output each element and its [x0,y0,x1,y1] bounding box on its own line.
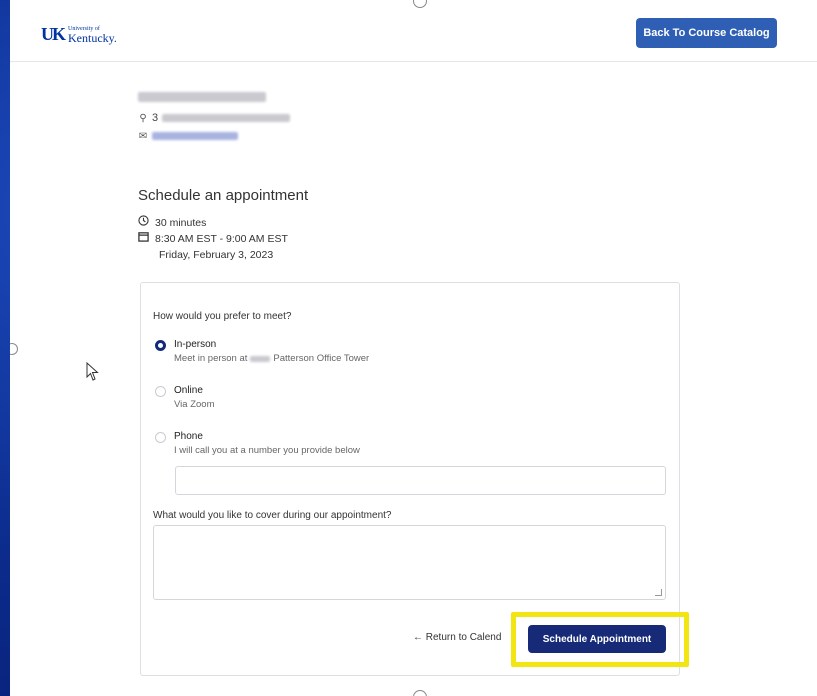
in-person-radio[interactable] [155,340,166,351]
online-radio[interactable] [155,386,166,397]
meet-question: How would you prefer to meet? [153,311,292,322]
calendar-icon [138,231,149,247]
instructor-info: ⚲ 3 ✉ [138,92,291,142]
university-logo[interactable]: UK University of Kentucky. [41,24,117,45]
phone-number-input[interactable] [175,466,666,495]
duration-text: 30 minutes [155,217,207,229]
in-person-subtitle-prefix: Meet in person at [174,353,248,364]
date-text: Friday, February 3, 2023 [159,249,274,261]
appointment-details: 30 minutes 8:30 AM EST - 9:00 AM EST Fri… [138,215,288,263]
schedule-appointment-button[interactable]: Schedule Appointment [528,625,666,653]
logo-wordmark: University of Kentucky. [68,26,117,44]
mail-icon: ✉ [138,130,148,142]
option-online[interactable]: Online Via Zoom [155,385,214,410]
time-range-text: 8:30 AM EST - 9:00 AM EST [155,233,288,245]
resize-grip-icon[interactable] [655,589,662,596]
phone-subtitle: I will call you at a number you provide … [174,445,360,456]
logo-big-text: Kentucky. [68,30,117,45]
clock-icon [138,215,149,231]
option-phone[interactable]: Phone I will call you at a number you pr… [155,431,360,456]
room-redacted [250,355,271,362]
return-to-calendar-link[interactable]: ← Return to Calend [413,632,501,643]
cover-question: What would you like to cover during our … [153,510,392,521]
instructor-name-redacted [138,92,266,102]
handle-bottom[interactable] [413,690,427,696]
page-title: Schedule an appointment [138,187,309,204]
appointment-form-card: How would you prefer to meet? In-person … [140,282,689,676]
topics-textarea[interactable] [153,525,666,600]
mouse-cursor-icon [86,361,100,387]
in-person-subtitle: Meet in person at Patterson Office Tower [174,353,369,364]
appointment-page: UK University of Kentucky. Back To Cours… [10,0,817,696]
phone-radio[interactable] [155,432,166,443]
room-prefix: 3 [152,112,159,124]
online-title: Online [174,385,203,396]
duration-row: 30 minutes [138,215,288,231]
location-pin-icon: ⚲ [139,112,147,124]
in-person-subtitle-suffix: Patterson Office Tower [273,353,370,364]
in-person-title: In-person [174,339,217,350]
online-subtitle: Via Zoom [174,399,215,410]
phone-title: Phone [174,431,203,442]
back-to-course-catalog-button[interactable]: Back To Course Catalog [636,18,777,48]
uk-logo-mark: UK [41,24,66,44]
handle-left[interactable] [10,343,18,355]
email-line: ✉ [138,130,290,142]
option-in-person[interactable]: In-person Meet in person at Patterson Of… [155,339,369,364]
top-bar: UK University of Kentucky. Back To Cours… [10,0,817,62]
email-link-redacted[interactable] [152,132,238,140]
time-row: 8:30 AM EST - 9:00 AM EST [138,231,288,247]
location-line: ⚲ 3 [138,112,291,124]
location-redacted [162,114,291,122]
